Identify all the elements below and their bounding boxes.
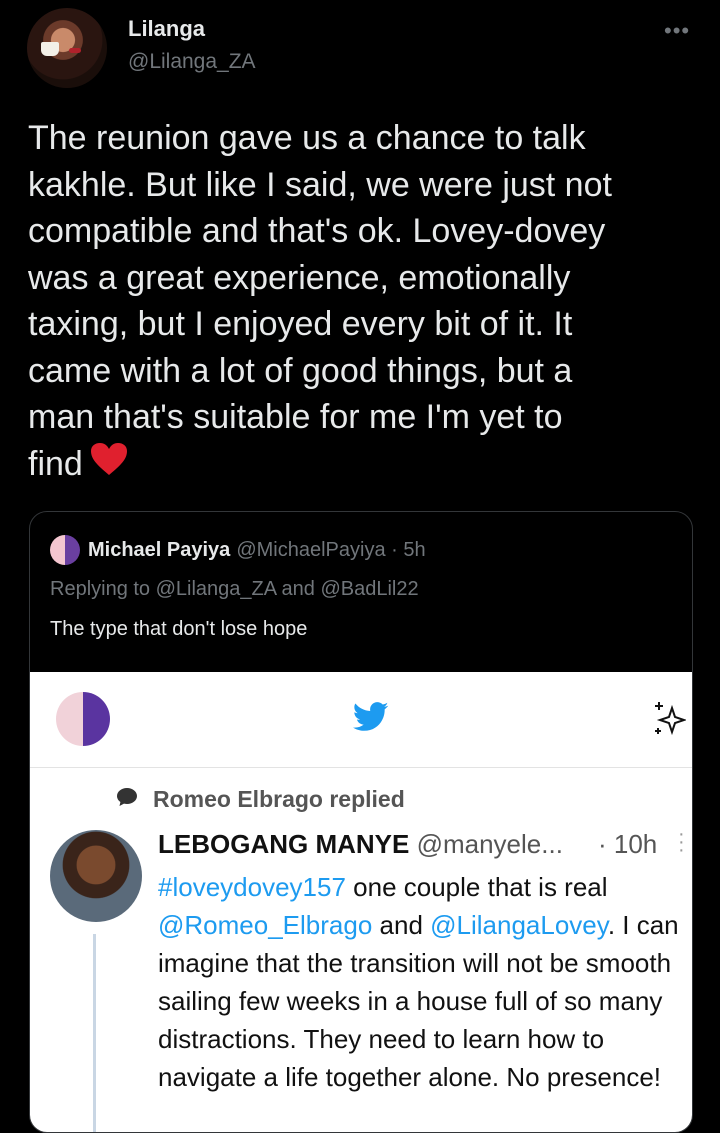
replied-row: Romeo Elbrago replied: [115, 785, 405, 814]
quoted-replying-to[interactable]: Replying to @Lilanga_ZA and @BadLil22: [50, 578, 419, 601]
comment-bubble-icon: [115, 785, 139, 814]
reply-avatar[interactable]: [50, 830, 142, 922]
replied-label: Romeo Elbrago replied: [153, 786, 405, 812]
embed-profile-avatar[interactable]: [56, 692, 110, 746]
reply-text-1: one couple that is real: [345, 872, 608, 902]
thread-line: [93, 934, 96, 1132]
author-avatar[interactable]: [27, 8, 107, 88]
twitter-bird-icon: [353, 702, 389, 737]
quoted-text: The type that don't lose hope: [50, 618, 308, 640]
tweet-body: The reunion gave us a chance to talk kak…: [28, 119, 612, 483]
author-handle[interactable]: @Lilanga_ZA: [128, 50, 256, 74]
lips-shape: [69, 48, 81, 53]
quoted-handle[interactable]: @MichaelPayiya · 5h: [236, 539, 425, 562]
mention-link-1[interactable]: @Romeo_Elbrago: [158, 910, 372, 940]
tweet-text: The reunion gave us a chance to talk kak…: [28, 115, 708, 490]
quoted-name[interactable]: Michael Payiya: [88, 539, 230, 562]
quoted-header: Michael Payiya @MichaelPayiya · 5h: [50, 534, 426, 566]
reply-author-name[interactable]: LEBOGANG MANYE: [158, 829, 409, 859]
embed-topbar: [30, 672, 692, 768]
vertical-dots-icon[interactable]: · · ·: [678, 824, 685, 860]
reply-time: · 10h: [598, 829, 658, 859]
reply-author[interactable]: LEBOGANG MANYE @manyele...: [158, 829, 563, 860]
quoted-tweet[interactable]: Michael Payiya @MichaelPayiya · 5h Reply…: [29, 511, 693, 1133]
cup-shape: [41, 42, 59, 56]
sparkle-icon[interactable]: [652, 698, 688, 743]
heart-emoji-icon: [89, 441, 129, 490]
embedded-screenshot[interactable]: Romeo Elbrago replied LEBOGANG MANYE @ma…: [30, 672, 692, 1132]
tweet-header: Lilanga @Lilanga_ZA •••: [0, 0, 720, 100]
quoted-avatar[interactable]: [50, 535, 80, 565]
reply-author-handle[interactable]: @manyele...: [417, 829, 563, 859]
reply-and-word: and: [372, 910, 431, 940]
mention-link-2[interactable]: @LilangaLovey: [430, 910, 608, 940]
reply-body: #loveydovey157 one couple that is real @R…: [158, 868, 690, 1096]
author-name[interactable]: Lilanga: [128, 16, 205, 42]
hashtag-link[interactable]: #loveydovey157: [158, 872, 346, 902]
more-dots-icon[interactable]: •••: [664, 18, 690, 44]
